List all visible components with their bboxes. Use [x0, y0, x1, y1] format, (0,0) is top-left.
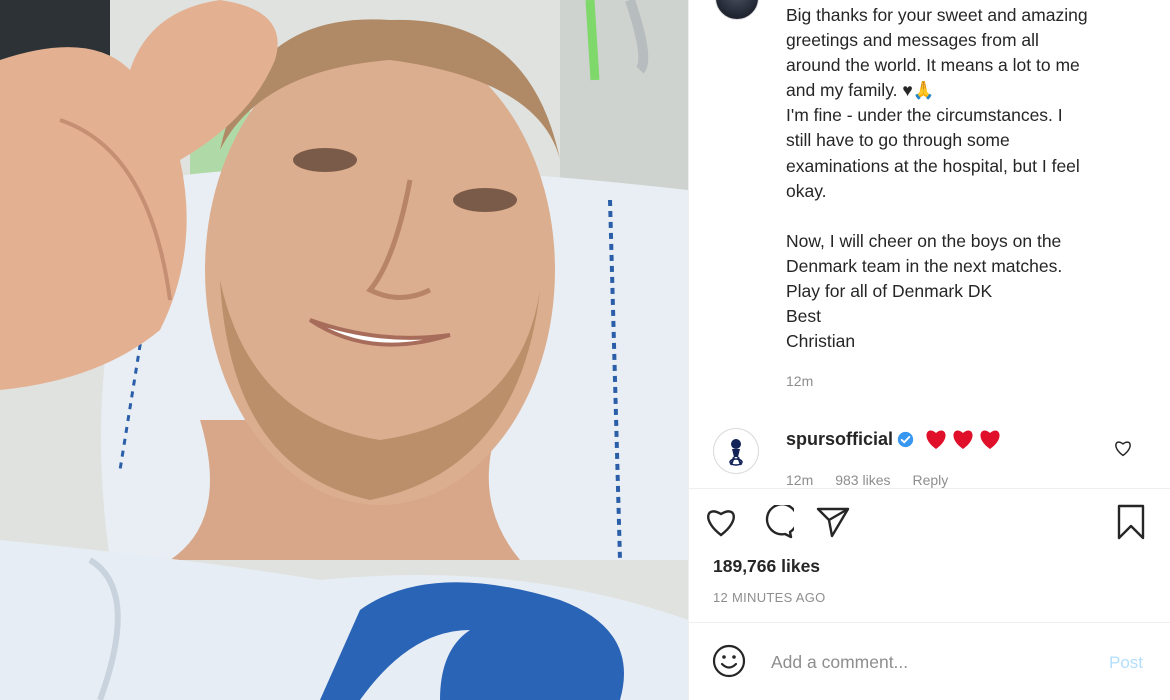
caption-line: greetings and messages from all — [786, 30, 1039, 51]
save-button[interactable] — [1113, 504, 1149, 540]
caption-line: Denmark team in the next matches. — [786, 255, 1063, 276]
red-heart-icon — [953, 430, 973, 449]
post-timestamp: 12 MINUTES AGO — [713, 590, 826, 605]
caption-blank-line — [786, 204, 1156, 229]
photo-illustration — [0, 0, 688, 700]
caption-line: around the world. It means a lot to me — [786, 55, 1080, 76]
commenter-username-row: spursofficial — [786, 428, 1002, 450]
caption-line: Play for all of Denmark DK — [786, 280, 993, 301]
author-avatar[interactable] — [715, 0, 759, 20]
share-button[interactable] — [815, 504, 851, 540]
post-photo — [0, 0, 688, 700]
comment-button[interactable] — [759, 504, 795, 540]
post-comment-button[interactable]: Post — [1109, 653, 1143, 673]
paper-plane-icon — [816, 507, 850, 538]
like-button[interactable] — [703, 504, 739, 540]
caption-line: okay. — [786, 180, 827, 201]
heart-emojis — [924, 428, 1002, 450]
caption-line: Now, I will cheer on the boys on the — [786, 230, 1062, 251]
comment-bubble-icon — [765, 505, 794, 539]
caption-scroll-area[interactable]: Big thanks for your sweet and amazing gr… — [689, 0, 1170, 488]
caption-timestamp: 12m — [786, 373, 814, 389]
caption-line: Best — [786, 306, 822, 327]
post-side-panel: Big thanks for your sweet and amazing gr… — [688, 0, 1170, 700]
comment-reply-link[interactable]: Reply — [913, 472, 949, 488]
post-caption: Big thanks for your sweet and amazing gr… — [786, 3, 1156, 354]
post-action-bar — [689, 498, 1170, 550]
verified-badge-icon — [897, 431, 914, 447]
commenter-avatar[interactable] — [713, 428, 759, 474]
emoji-button[interactable] — [711, 643, 747, 679]
caption-line: Christian — [786, 331, 856, 352]
caption-line: Big thanks for your sweet and amazing — [786, 5, 1088, 25]
caption-line: and my family. ♥🙏 — [786, 80, 935, 101]
caption-line: I'm fine - under the circumstances. I — [786, 105, 1063, 126]
likes-count[interactable]: 189,766 likes — [713, 556, 820, 577]
comment-heart-icon[interactable] — [1113, 439, 1133, 457]
spurs-cockerel-icon — [729, 439, 743, 466]
smiley-icon — [712, 644, 746, 678]
comment-input[interactable] — [771, 647, 1071, 677]
comment-item: spursofficial 12m 983 likes Reply — [689, 420, 1170, 488]
caption-line: still have to go through some — [786, 130, 1010, 151]
red-heart-icon — [980, 430, 1000, 449]
heart-outline-icon — [707, 510, 735, 537]
divider — [689, 488, 1170, 489]
instagram-post-view: Big thanks for your sweet and amazing gr… — [0, 0, 1170, 700]
caption-line: examinations at the hospital, but I feel — [786, 155, 1080, 176]
comment-meta: 12m 983 likes Reply — [786, 472, 948, 488]
comment-composer: Post — [689, 623, 1170, 700]
comment-time: 12m — [786, 472, 814, 488]
bookmark-icon — [1117, 504, 1145, 540]
red-heart-icon — [926, 430, 946, 449]
commenter-username[interactable]: spursofficial — [786, 429, 893, 450]
comment-like-count[interactable]: 983 likes — [835, 472, 890, 488]
